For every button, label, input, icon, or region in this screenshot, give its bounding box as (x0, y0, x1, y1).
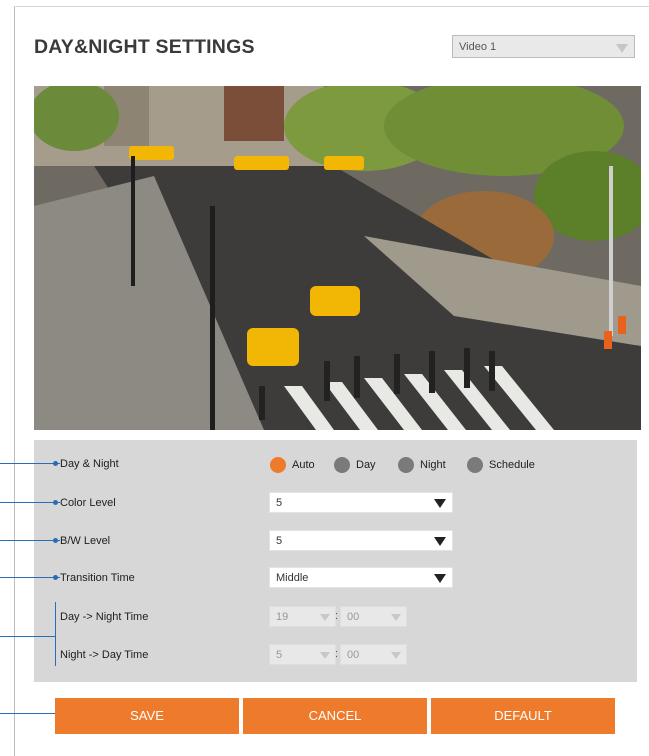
bw-level-label: B/W Level (60, 535, 111, 547)
radio-selected-icon (270, 457, 286, 473)
save-button[interactable]: SAVE (55, 698, 239, 734)
radio-schedule-label: Schedule (489, 459, 535, 471)
connector-schedule-bracket (55, 602, 56, 666)
chevron-down-icon (434, 537, 446, 546)
night-to-day-hour-select[interactable]: 5 (269, 644, 336, 665)
day-to-night-minute-select[interactable]: 00 (340, 606, 407, 627)
transition-time-value: Middle (276, 572, 309, 584)
radio-auto[interactable]: Auto (270, 457, 315, 473)
connector-color-level (0, 502, 60, 503)
radio-unselected-icon (467, 457, 483, 473)
radio-unselected-icon (334, 457, 350, 473)
connector-schedule-times (0, 636, 56, 637)
radio-day[interactable]: Day (334, 457, 376, 473)
connector-bw-level (0, 540, 60, 541)
bw-level-select[interactable]: 5 (269, 530, 453, 551)
radio-night[interactable]: Night (398, 457, 446, 473)
transition-time-label: Transition Time (60, 572, 135, 584)
connector-transition-time (0, 577, 60, 578)
connector-dot (53, 575, 58, 580)
cancel-button[interactable]: CANCEL (243, 698, 427, 734)
transition-time-select[interactable]: Middle (269, 567, 453, 588)
frame-top-border (14, 6, 649, 7)
video-source-select[interactable]: Video 1 (452, 35, 635, 58)
color-level-value: 5 (276, 497, 283, 509)
chevron-down-icon (391, 652, 401, 659)
radio-unselected-icon (398, 457, 414, 473)
night-to-day-minute-value: 00 (347, 649, 360, 661)
time-separator: : (335, 610, 339, 622)
connector-dot (53, 538, 58, 543)
page-title: DAY&NIGHT SETTINGS (34, 36, 255, 58)
video-source-value: Video 1 (459, 41, 497, 53)
time-separator: : (335, 648, 339, 660)
day-to-night-minute-value: 00 (347, 611, 360, 623)
radio-night-label: Night (420, 459, 446, 471)
default-button[interactable]: DEFAULT (431, 698, 615, 734)
day-to-night-label: Day -> Night Time (60, 611, 149, 623)
color-level-select[interactable]: 5 (269, 492, 453, 513)
bw-level-value: 5 (276, 535, 283, 547)
radio-auto-label: Auto (292, 459, 315, 471)
night-to-day-hour-value: 5 (276, 649, 283, 661)
chevron-down-icon (391, 614, 401, 621)
day-to-night-hour-select[interactable]: 19 (269, 606, 336, 627)
color-level-label: Color Level (60, 497, 116, 509)
connector-dot (53, 500, 58, 505)
radio-schedule[interactable]: Schedule (467, 457, 535, 473)
day-to-night-hour-value: 19 (276, 611, 289, 623)
chevron-down-icon (434, 574, 446, 583)
chevron-down-icon (320, 614, 330, 621)
day-night-label: Day & Night (60, 458, 119, 470)
chevron-down-icon (434, 499, 446, 508)
connector-day-night (0, 463, 60, 464)
camera-preview (34, 86, 641, 430)
night-to-day-minute-select[interactable]: 00 (340, 644, 407, 665)
connector-dot (53, 461, 58, 466)
radio-day-label: Day (356, 459, 376, 471)
night-to-day-label: Night -> Day Time (60, 649, 149, 661)
frame-left-border (14, 6, 15, 756)
chevron-down-icon (320, 652, 330, 659)
camera-scene-image (34, 86, 641, 430)
chevron-down-icon (616, 44, 628, 53)
